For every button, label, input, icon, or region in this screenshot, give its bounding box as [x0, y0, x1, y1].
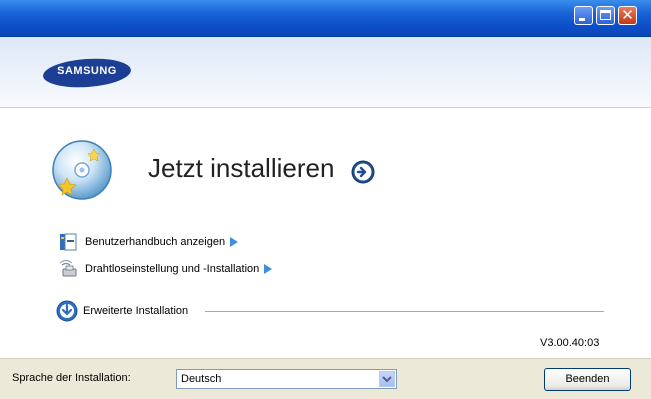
- advanced-install-label: Erweiterte Installation: [83, 305, 189, 317]
- maximize-icon: [600, 10, 611, 20]
- chevron-down-icon: [382, 376, 392, 383]
- footer-bar: Sprache der Installation: Deutsch Beende…: [0, 358, 651, 399]
- language-value: Deutsch: [181, 373, 222, 385]
- close-button[interactable]: ✕: [618, 6, 637, 25]
- logo-text: SAMSUNG: [57, 65, 117, 77]
- finish-button[interactable]: Beenden: [544, 368, 631, 391]
- manual-icon: [60, 233, 77, 251]
- wireless-icon: [59, 259, 77, 277]
- minimize-icon: [579, 18, 585, 21]
- brand-header: SAMSUNG: [0, 37, 651, 108]
- install-disc-icon: [52, 140, 112, 200]
- version-label: V3.00.40:03: [540, 337, 600, 349]
- view-user-guide-link[interactable]: Benutzerhandbuch anzeigen: [58, 232, 239, 252]
- play-arrow-icon: [264, 264, 273, 274]
- wireless-setup-link[interactable]: Drahtloseinstellung und -Installation: [58, 259, 273, 279]
- close-icon: ✕: [621, 7, 634, 24]
- arrow-right-circle-icon[interactable]: [351, 160, 375, 184]
- minimize-button[interactable]: [574, 6, 593, 25]
- view-user-guide-label: Benutzerhandbuch anzeigen: [85, 236, 226, 248]
- install-now-title[interactable]: Jetzt installieren: [148, 153, 334, 184]
- maximize-button[interactable]: [596, 6, 615, 25]
- title-bar: ✕: [0, 0, 651, 37]
- language-select[interactable]: Deutsch: [176, 369, 397, 389]
- play-arrow-icon: [230, 237, 239, 247]
- language-label: Sprache der Installation:: [12, 372, 131, 384]
- samsung-logo: SAMSUNG: [42, 55, 132, 91]
- wireless-setup-label: Drahtloseinstellung und -Installation: [85, 263, 260, 275]
- advanced-install-section[interactable]: Erweiterte Installation: [56, 300, 188, 322]
- dropdown-button[interactable]: [379, 371, 395, 387]
- section-divider: [205, 311, 604, 312]
- expand-down-circle-icon: [56, 300, 78, 322]
